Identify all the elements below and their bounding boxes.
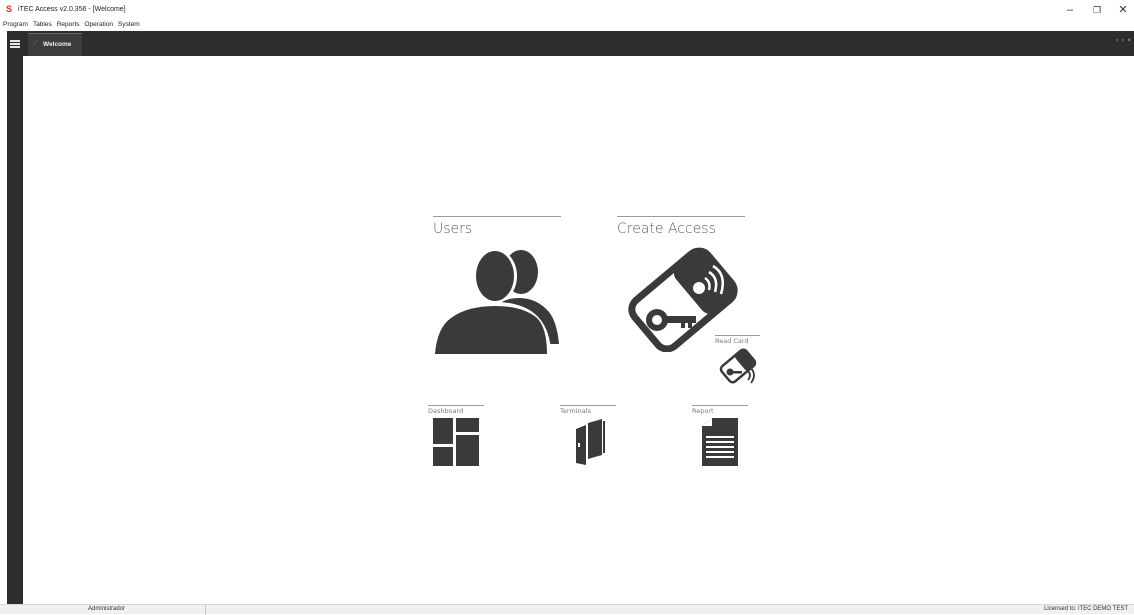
tile-divider bbox=[715, 335, 760, 336]
door-icon bbox=[576, 419, 605, 465]
menu-system[interactable]: System bbox=[118, 19, 140, 31]
status-bar: Administrador Licensed to: iTEC DEMO TES… bbox=[0, 604, 1134, 615]
read-card-tile[interactable]: Read Card bbox=[715, 335, 760, 385]
dashboard-tile[interactable]: Dashboard bbox=[428, 405, 484, 467]
document-icon bbox=[702, 418, 738, 466]
terminals-tile[interactable]: Terminals bbox=[560, 405, 616, 467]
title-bar: S iTEC Access v2.0.356 - [Welcome] – ❐ ✕ bbox=[0, 0, 1134, 20]
users-label: Users bbox=[433, 221, 473, 237]
users-icon bbox=[435, 250, 559, 354]
status-license: Licensed to: iTEC DEMO TEST bbox=[1044, 606, 1128, 612]
report-label: Report bbox=[692, 407, 714, 415]
side-panel-strip bbox=[7, 31, 23, 604]
tab-welcome[interactable]: ⟋ Welcome bbox=[28, 33, 82, 56]
tab-welcome-label: Welcome bbox=[43, 41, 72, 48]
report-tile[interactable]: Report bbox=[692, 405, 748, 467]
menu-bar: Program Tables Reports Operation System bbox=[0, 19, 140, 31]
tile-divider bbox=[428, 405, 484, 406]
read-card-icon bbox=[719, 348, 757, 384]
window-title: iTEC Access v2.0.356 - [Welcome] bbox=[18, 6, 126, 13]
create-access-label: Create Access bbox=[617, 221, 716, 237]
tab-page-icon: ⟋ bbox=[33, 40, 38, 47]
read-card-label: Read Card bbox=[715, 337, 749, 345]
dashboard-label: Dashboard bbox=[428, 407, 464, 415]
users-tile[interactable]: Users bbox=[433, 216, 561, 356]
hamburger-menu-icon[interactable] bbox=[10, 40, 20, 48]
tab-navigation-arrows[interactable]: ‹ › × bbox=[1116, 38, 1132, 44]
tile-divider bbox=[433, 216, 561, 217]
status-user: Administrador bbox=[88, 606, 126, 612]
tab-bar: ⟋ Welcome ‹ › × bbox=[7, 31, 1134, 56]
restore-button[interactable]: ❐ bbox=[1089, 3, 1105, 17]
menu-reports[interactable]: Reports bbox=[57, 19, 80, 31]
tile-divider bbox=[617, 216, 745, 217]
welcome-page: Users Create Access Read Card Dashboard … bbox=[23, 56, 1134, 604]
close-button[interactable]: ✕ bbox=[1115, 3, 1131, 17]
minimize-button[interactable]: – bbox=[1062, 3, 1078, 17]
menu-tables[interactable]: Tables bbox=[33, 19, 52, 31]
dashboard-icon bbox=[433, 418, 479, 466]
tile-divider bbox=[560, 405, 616, 406]
menu-program[interactable]: Program bbox=[3, 19, 28, 31]
terminals-label: Terminals bbox=[560, 407, 591, 415]
menu-operation[interactable]: Operation bbox=[85, 19, 114, 31]
tile-divider bbox=[692, 405, 748, 406]
app-logo-icon: S bbox=[6, 4, 13, 14]
